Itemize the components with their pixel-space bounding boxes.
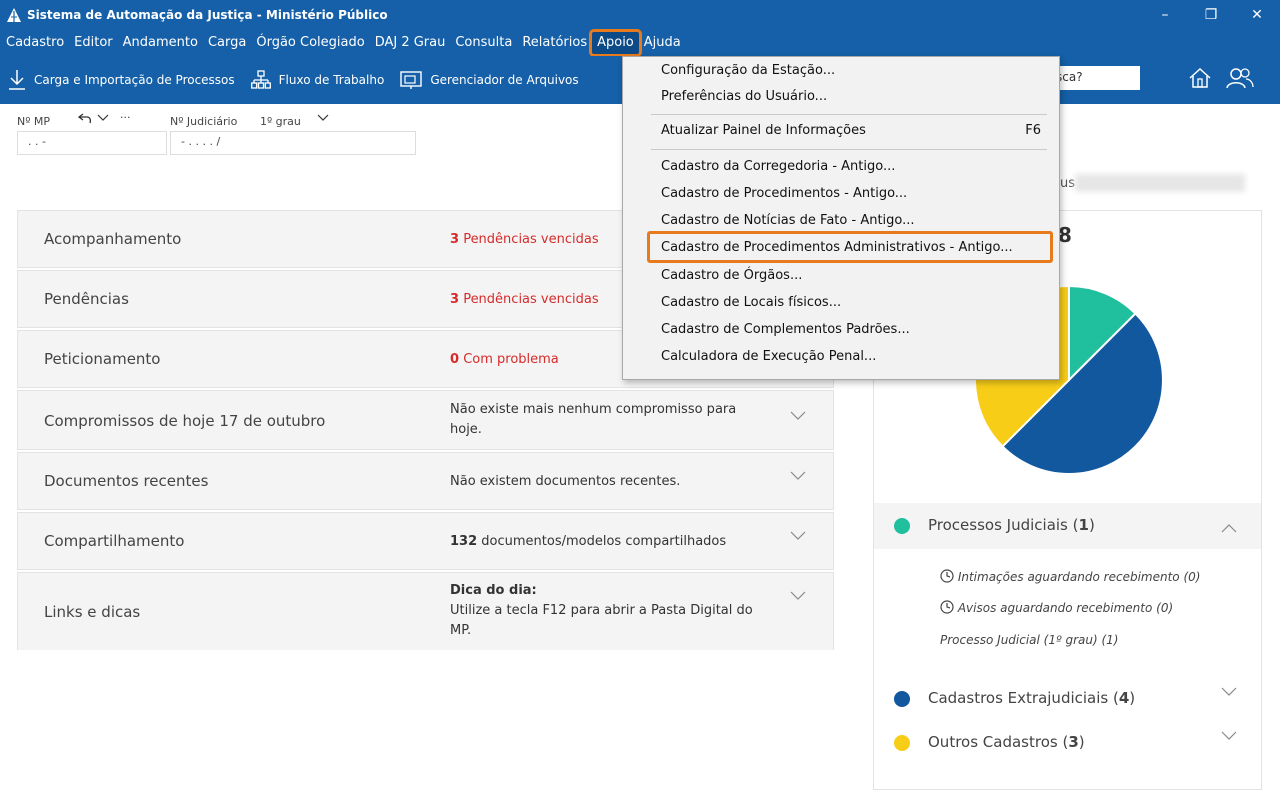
- section-label: Processos Judiciais (1): [928, 516, 1095, 534]
- search-input[interactable]: sca?: [1050, 66, 1140, 90]
- carga-importacao-label: Carga e Importação de Processos: [34, 73, 235, 87]
- avisos-item[interactable]: Avisos aguardando recebimento (0): [940, 600, 1173, 615]
- chevron-down-icon[interactable]: [97, 114, 109, 122]
- menu-item-cadastro-noticias-fato[interactable]: Cadastro de Notícias de Fato - Antigo...: [661, 213, 915, 228]
- workflow-icon: [250, 70, 271, 89]
- shortcut-f6: F6: [1025, 123, 1041, 138]
- menu-item-atualizar-painel[interactable]: Atualizar Painel de Informações: [661, 123, 866, 138]
- menu-item-cadastro-locais-fisicos[interactable]: Cadastro de Locais físicos...: [661, 295, 841, 310]
- expand-chevron-icon[interactable]: [790, 469, 806, 481]
- card-title: Documentos recentes: [44, 472, 209, 490]
- chevron-down-icon[interactable]: [1221, 687, 1237, 697]
- card-title: Links e dicas: [44, 603, 141, 621]
- judiciais-details: Intimações aguardando recebimento (0) Av…: [874, 567, 1261, 657]
- card-title: Peticionamento: [44, 350, 161, 368]
- expand-chevron-icon[interactable]: [790, 589, 806, 601]
- menu-item-preferencias-usuario[interactable]: Preferências do Usuário...: [661, 89, 827, 104]
- grau-select[interactable]: 1º grau: [260, 115, 301, 128]
- blurred-user-name: [1075, 174, 1245, 192]
- menu-separator: [651, 114, 1047, 115]
- status-header-partial: us: [1060, 176, 1076, 191]
- menu-apoio[interactable]: Apoio: [589, 29, 642, 57]
- menu-carga[interactable]: Carga: [203, 32, 251, 54]
- expand-chevron-icon[interactable]: [790, 529, 806, 541]
- app-logo-icon: [7, 8, 21, 22]
- card-status: Não existem documentos recentes.: [450, 474, 681, 489]
- card-status: 3 Pendências vencidas: [450, 292, 599, 307]
- carga-importacao-button[interactable]: Carga e Importação de Processos: [8, 69, 235, 91]
- chevron-down-icon[interactable]: [1221, 731, 1237, 741]
- nmp-label: Nº MP: [17, 115, 51, 128]
- menu-item-calculadora-execucao-penal[interactable]: Calculadora de Execução Penal...: [661, 349, 876, 364]
- menu-andamento[interactable]: Andamento: [118, 32, 203, 54]
- menu-ajuda[interactable]: Ajuda: [639, 32, 686, 54]
- menu-editor[interactable]: Editor: [69, 32, 117, 54]
- card-status: Não existe mais nenhum compromisso para …: [450, 402, 737, 437]
- section-processos-judiciais[interactable]: Processos Judiciais (1): [874, 503, 1261, 549]
- intimacoes-item[interactable]: Intimações aguardando recebimento (0): [940, 569, 1200, 584]
- menu-item-cadastro-corregedoria[interactable]: Cadastro da Corregedoria - Antigo...: [661, 159, 895, 174]
- fluxo-trabalho-label: Fluxo de Trabalho: [278, 73, 385, 87]
- menu-item-cadastro-orgaos[interactable]: Cadastro de Órgãos...: [661, 268, 802, 283]
- card-status: 132 documentos/modelos compartilhados: [450, 534, 727, 549]
- download-arrow-icon: [9, 70, 25, 90]
- menu-relatorios[interactable]: Relatórios: [517, 32, 592, 54]
- total-count: 8: [1058, 223, 1072, 247]
- legend-dot-extrajudiciais: [894, 691, 910, 707]
- card-documentos-recentes[interactable]: Documentos recentes Não existem document…: [17, 452, 834, 510]
- menu-orgao-colegiado[interactable]: Órgão Colegiado: [251, 32, 369, 54]
- card-title: Acompanhamento: [44, 230, 182, 248]
- gerenciador-arquivos-button[interactable]: Gerenciador de Arquivos: [400, 70, 579, 90]
- section-cadastros-extrajudiciais[interactable]: Cadastros Extrajudiciais (4): [874, 685, 1261, 715]
- card-tip: Dica do dia: Utilize a tecla F12 para abr…: [450, 583, 753, 638]
- card-title: Compromissos de hoje 17 de outubro: [44, 412, 326, 430]
- restore-button[interactable]: ❐: [1188, 0, 1234, 30]
- nmp-input[interactable]: . . -: [17, 131, 167, 155]
- file-manager-icon: [400, 71, 423, 89]
- grau-chevron-down-icon[interactable]: [317, 114, 329, 122]
- users-icon[interactable]: [1226, 66, 1254, 90]
- menu-item-cadastro-procedimentos-administrativos[interactable]: Cadastro de Procedimentos Administrativo…: [661, 240, 1013, 255]
- clock-icon: [940, 600, 954, 614]
- section-label: Cadastros Extrajudiciais (4): [928, 689, 1136, 707]
- more-options-icon[interactable]: ···: [120, 111, 131, 124]
- apoio-dropdown-menu: Configuração da Estação... Preferências …: [622, 56, 1060, 380]
- section-outros-cadastros[interactable]: Outros Cadastros (3): [874, 729, 1261, 759]
- card-status: 3 Pendências vencidas: [450, 232, 599, 247]
- card-compromissos[interactable]: Compromissos de hoje 17 de outubro Não e…: [17, 390, 834, 450]
- section-label: Outros Cadastros (3): [928, 733, 1085, 751]
- menu-cadastro[interactable]: Cadastro: [1, 32, 69, 54]
- expand-chevron-icon[interactable]: [790, 409, 806, 421]
- fluxo-trabalho-button[interactable]: Fluxo de Trabalho: [250, 70, 385, 90]
- menu-separator: [651, 149, 1047, 150]
- undo-history-icon[interactable]: [78, 112, 92, 124]
- card-status: 0 Com problema: [450, 352, 559, 367]
- njud-input[interactable]: - . . . . /: [170, 131, 416, 155]
- clock-icon: [940, 569, 954, 583]
- card-compartilhamento[interactable]: Compartilhamento 132 documentos/modelos …: [17, 512, 834, 570]
- menu-consulta[interactable]: Consulta: [450, 32, 517, 54]
- home-icon[interactable]: [1188, 66, 1212, 90]
- close-button[interactable]: ✕: [1234, 0, 1280, 30]
- menu-daj-2-grau[interactable]: DAJ 2 Grau: [370, 32, 451, 54]
- window-title: Sistema de Automação da Justiça - Minist…: [27, 8, 388, 22]
- minimize-button[interactable]: –: [1142, 0, 1188, 30]
- title-bar: Sistema de Automação da Justiça - Minist…: [0, 0, 1280, 30]
- card-links-dicas[interactable]: Links e dicas Dica do dia: Utilize a tecl…: [17, 572, 834, 650]
- card-title: Compartilhamento: [44, 532, 185, 550]
- legend-dot-outros: [894, 735, 910, 751]
- legend-dot-judiciais: [894, 518, 910, 534]
- processo-judicial-item[interactable]: Processo Judicial (1º grau) (1): [940, 633, 1118, 647]
- menu-item-cadastro-procedimentos[interactable]: Cadastro de Procedimentos - Antigo...: [661, 186, 907, 201]
- gerenciador-arquivos-label: Gerenciador de Arquivos: [430, 73, 579, 87]
- chevron-up-icon[interactable]: [1221, 523, 1237, 533]
- card-title: Pendências: [44, 290, 129, 308]
- menu-bar: Cadastro Editor Andamento Carga Órgão Co…: [0, 29, 1280, 57]
- menu-item-cadastro-complementos-padroes[interactable]: Cadastro de Complementos Padrões...: [661, 322, 910, 337]
- menu-item-configuracao-estacao[interactable]: Configuração da Estação...: [661, 63, 835, 78]
- njud-label: Nº Judiciário: [170, 115, 238, 128]
